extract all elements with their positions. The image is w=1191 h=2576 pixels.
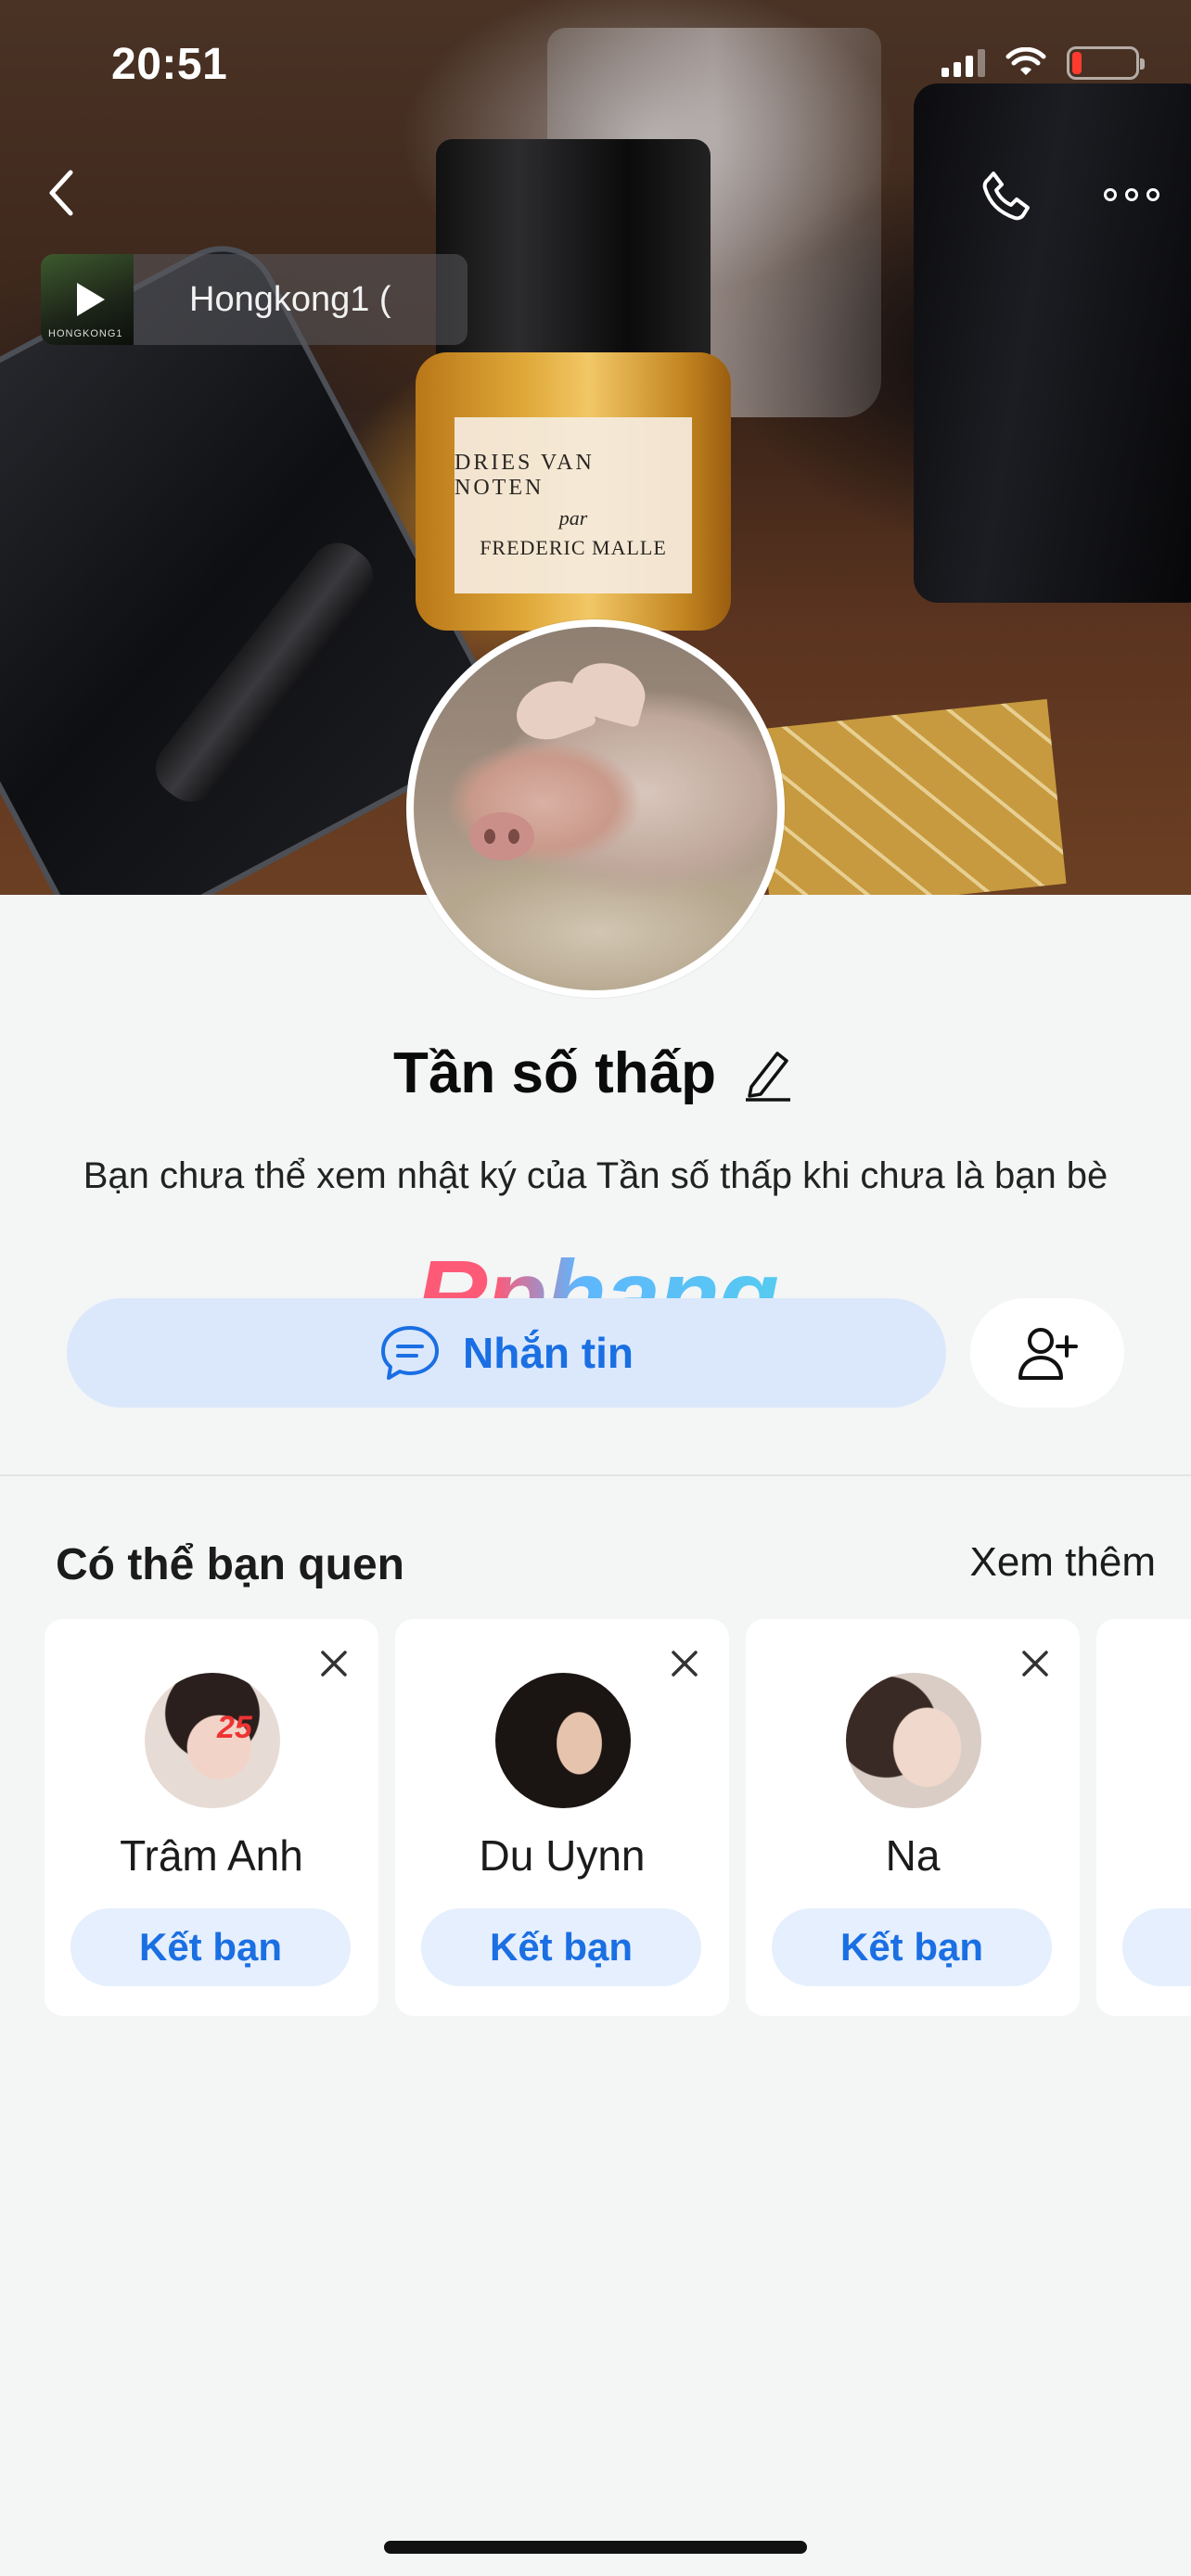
- avatar[interactable]: [406, 619, 785, 998]
- ellipsis-icon: [1104, 188, 1117, 201]
- edit-name-button[interactable]: [738, 1044, 798, 1103]
- profile-name-row: Tần số thấp: [0, 1040, 1191, 1106]
- perfume-label: DRIES VAN NOTEN par FREDERIC MALLE: [455, 417, 692, 593]
- add-friend-suggestion-button[interactable]: Kết bạn: [772, 1908, 1052, 1986]
- user-plus-icon: [1018, 1328, 1078, 1380]
- cover-black-box-shape: [914, 83, 1191, 603]
- see-more-link[interactable]: Xem thêm: [969, 1539, 1156, 1586]
- message-button-label: Nhắn tin: [463, 1329, 634, 1377]
- private-diary-notice: Bạn chưa thể xem nhật ký của Tần số thấp…: [83, 1155, 1108, 1196]
- music-title: Hongkong1 (: [189, 279, 391, 319]
- perfume-label-line1: DRIES VAN NOTEN: [455, 451, 595, 500]
- cover-mat-shape: [751, 698, 1067, 895]
- more-button[interactable]: [1095, 167, 1169, 223]
- suggestion-name: Na: [885, 1831, 941, 1880]
- suggestion-card-partial[interactable]: [1096, 1619, 1191, 2016]
- battery-icon: [1067, 46, 1145, 80]
- suggestion-avatar[interactable]: [846, 1673, 981, 1808]
- pencil-icon: [745, 1051, 790, 1102]
- dismiss-button[interactable]: [666, 1645, 703, 1682]
- add-friend-button[interactable]: [970, 1298, 1124, 1408]
- wifi-icon: [1005, 47, 1046, 75]
- profile-name: Tần số thấp: [393, 1041, 716, 1105]
- suggestion-card[interactable]: Na Kết bạn: [746, 1619, 1080, 2016]
- chat-bubble-icon: [381, 1326, 439, 1380]
- suggestion-card[interactable]: Du Uynn Kết bạn: [395, 1619, 729, 2016]
- perfume-label-line2: par: [558, 506, 588, 529]
- avatar-detail: [469, 812, 534, 861]
- cover-perfume-bottle: DRIES VAN NOTEN par FREDERIC MALLE: [416, 139, 731, 640]
- add-friend-suggestion-button[interactable]: Kết bạn: [70, 1908, 351, 1986]
- suggestions-title: Có thể bạn quen: [56, 1540, 404, 1589]
- section-divider: [0, 1474, 1191, 1476]
- music-thumbnail[interactable]: HONGKONG1: [41, 254, 134, 345]
- avatar-sticker-badge: 25: [217, 1710, 252, 1745]
- perfume-label-line3: FREDERIC MALLE: [480, 536, 667, 559]
- status-icons: [941, 46, 1145, 80]
- suggestion-name: Trâm Anh: [120, 1831, 303, 1880]
- phone-icon: [982, 172, 1030, 221]
- suggestion-cards[interactable]: 25 Trâm Anh Kết bạn Du Uynn Kết bạn Na K…: [45, 1619, 1191, 2018]
- add-friend-suggestion-button[interactable]: [1122, 1908, 1191, 1986]
- close-icon: [321, 1651, 347, 1677]
- suggestion-card[interactable]: 25 Trâm Anh Kết bạn: [45, 1619, 378, 2016]
- status-time: 20:51: [111, 40, 228, 89]
- play-icon: [77, 283, 105, 316]
- home-indicator[interactable]: [384, 2541, 807, 2554]
- add-friend-suggestion-button[interactable]: Kết bạn: [421, 1908, 701, 1986]
- call-button[interactable]: [974, 163, 1039, 228]
- suggestion-avatar[interactable]: [495, 1673, 631, 1808]
- dismiss-button[interactable]: [1017, 1645, 1054, 1682]
- suggestion-name: Du Uynn: [479, 1831, 646, 1880]
- signal-icon: [941, 49, 985, 77]
- music-thumb-caption: HONGKONG1: [48, 328, 123, 339]
- close-icon: [672, 1651, 698, 1677]
- dismiss-button[interactable]: [315, 1645, 352, 1682]
- message-button[interactable]: Nhắn tin: [67, 1298, 946, 1408]
- profile-music-player[interactable]: HONGKONG1 Hongkong1 (: [41, 254, 467, 345]
- back-button[interactable]: [33, 165, 89, 221]
- chevron-left-icon: [49, 170, 73, 216]
- close-icon: [1022, 1651, 1048, 1677]
- suggestion-avatar[interactable]: 25: [145, 1673, 280, 1808]
